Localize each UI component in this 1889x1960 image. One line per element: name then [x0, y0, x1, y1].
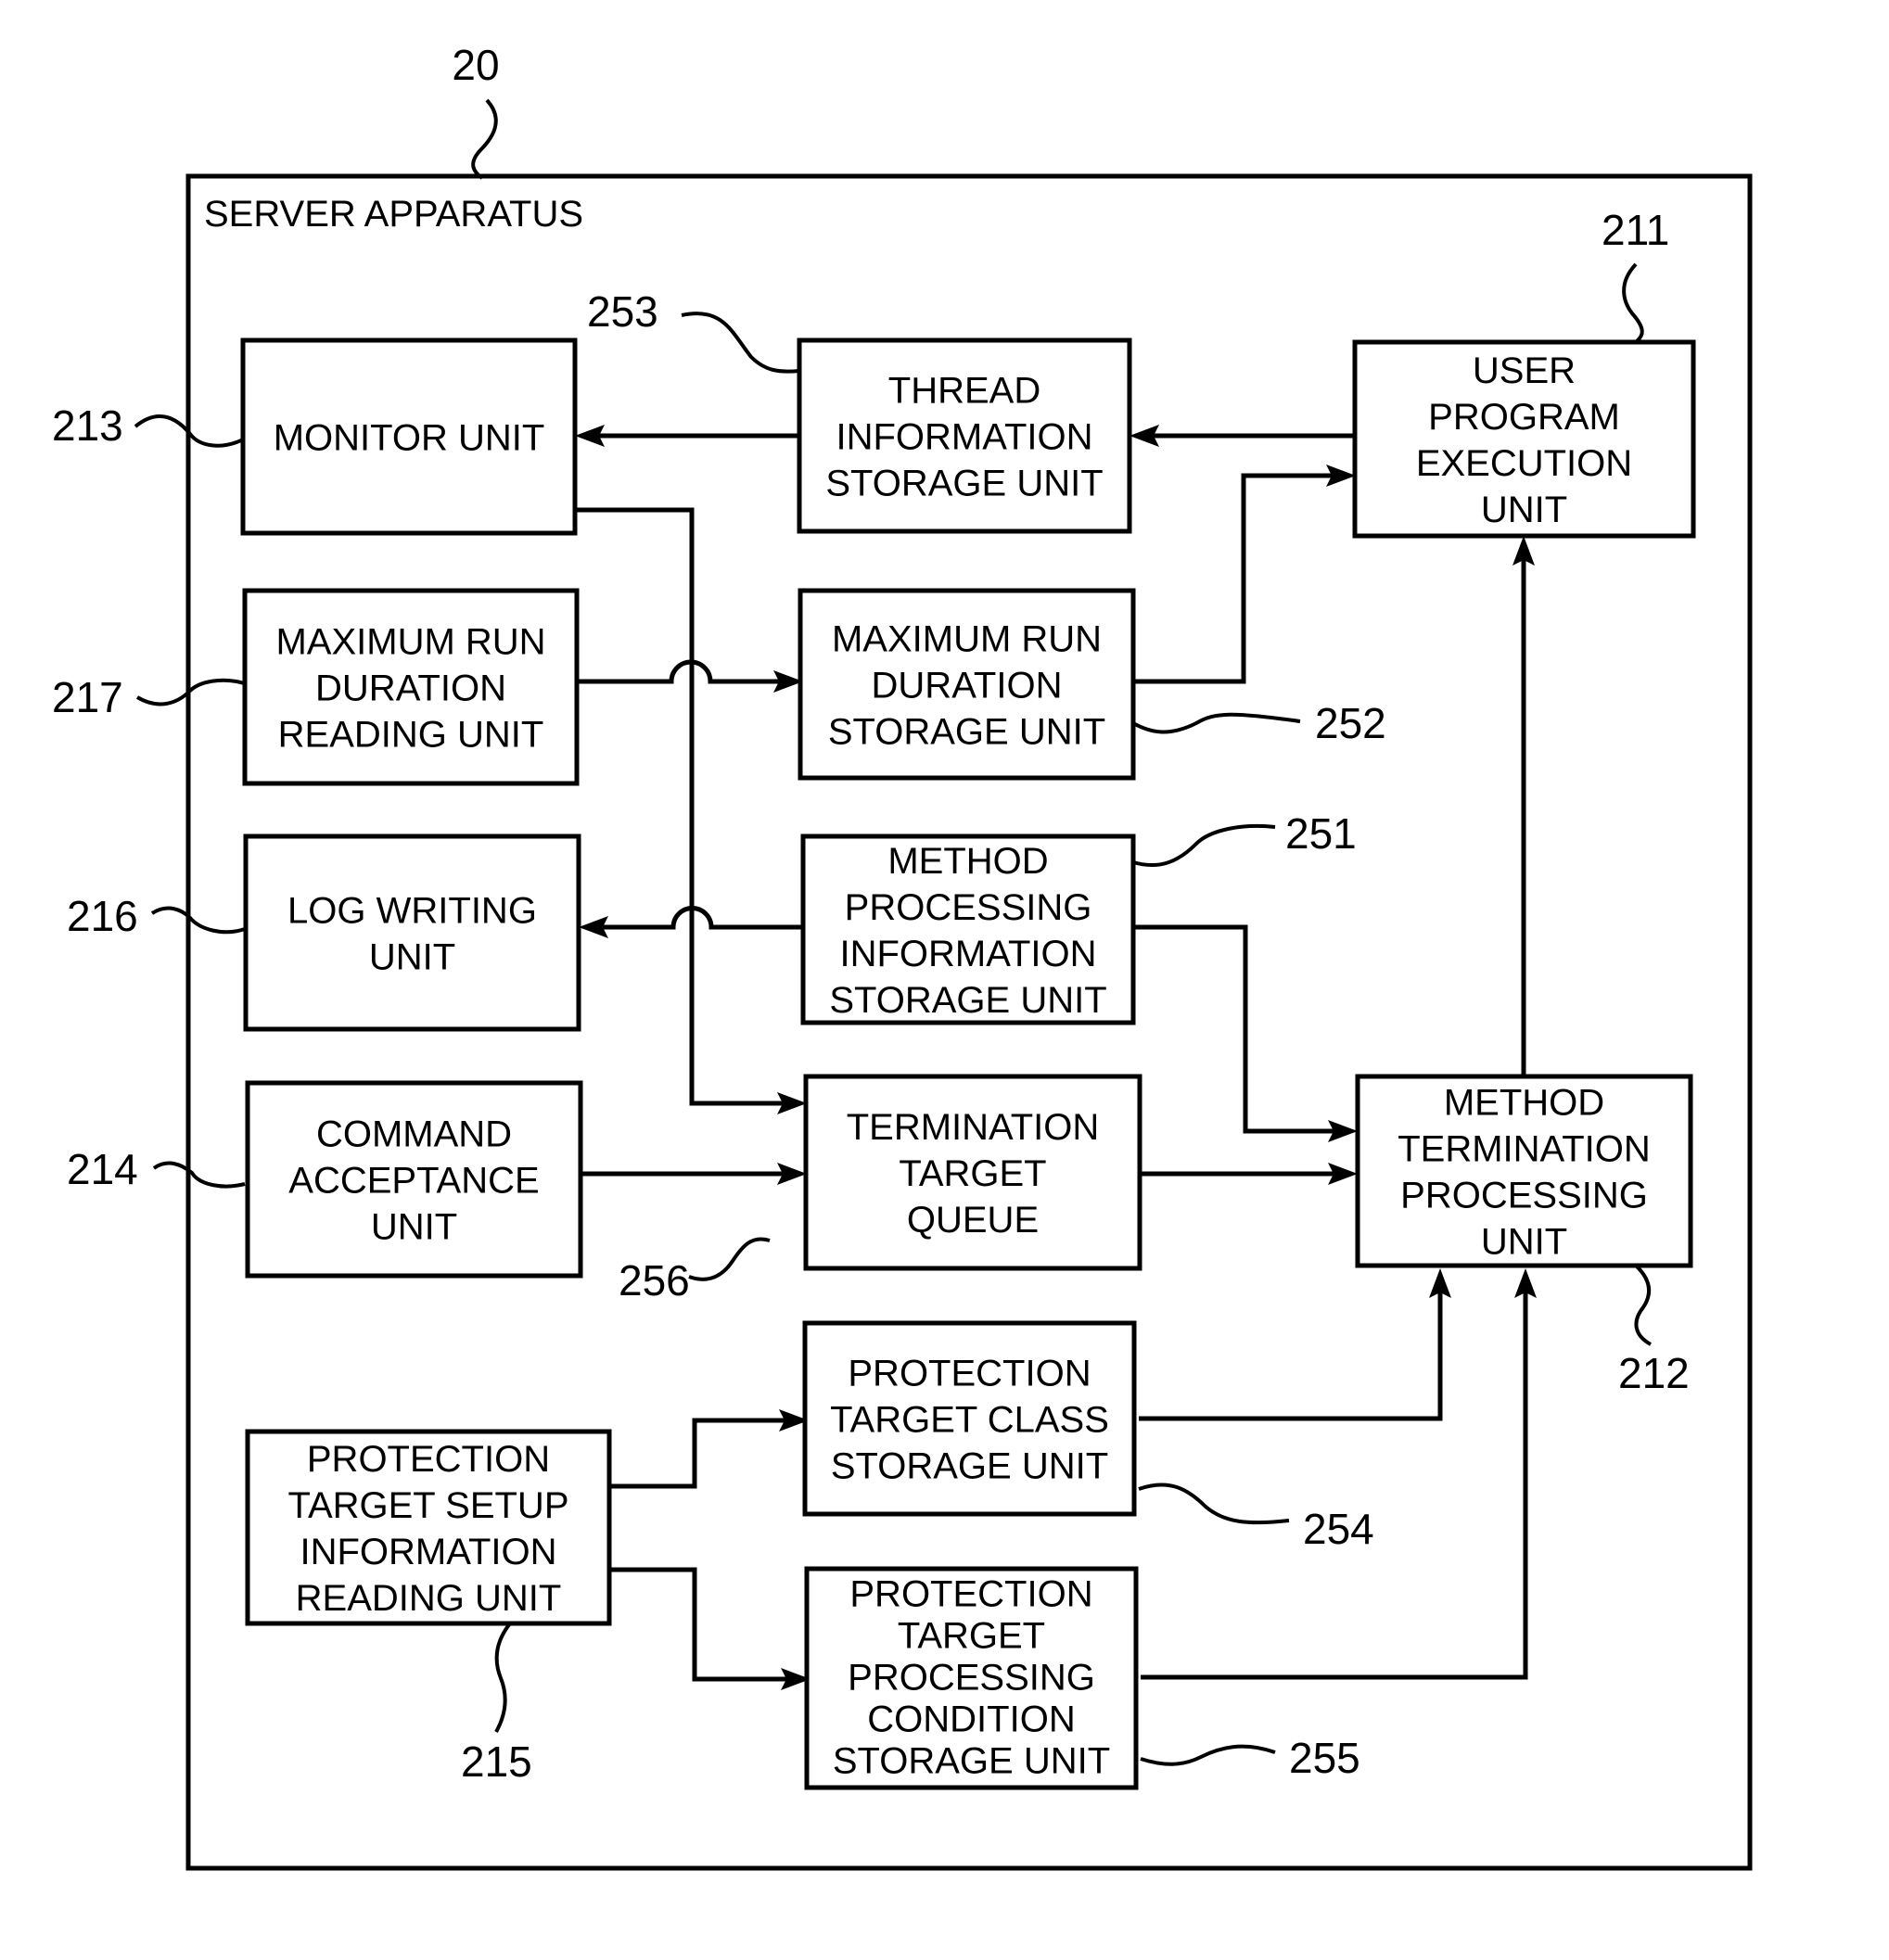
block-label-line: TARGET CLASS: [830, 1399, 1109, 1440]
ref-211: 211: [1602, 206, 1669, 254]
block-label-line: MAXIMUM RUN: [275, 621, 545, 662]
block-label-line: MONITOR UNIT: [274, 417, 545, 458]
ref-214: 214: [67, 1145, 138, 1193]
leader-212: [1634, 1264, 1653, 1346]
block-max-run-storage: MAXIMUM RUN DURATION STORAGE UNIT: [798, 588, 1136, 781]
block-label-line: UNIT: [1481, 490, 1567, 530]
block-label-line: PROCESSING: [848, 1658, 1095, 1699]
block-label-line: USER: [1473, 350, 1576, 391]
block-label-line: INFORMATION: [836, 416, 1092, 457]
conn-class-storage-to-termination: [1139, 1287, 1443, 1421]
ref-253: 253: [587, 287, 658, 336]
ref-254: 254: [1303, 1505, 1374, 1553]
server-apparatus-title: SERVER APPARATUS: [204, 194, 583, 235]
block-label-line: PROCESSING: [845, 887, 1092, 928]
ref-251: 251: [1285, 809, 1357, 858]
block-label-line: UNIT: [369, 936, 455, 977]
leader-214: [152, 1161, 246, 1189]
block-label-line: READING UNIT: [278, 714, 544, 755]
block-label-line: TARGET SETUP: [287, 1485, 568, 1526]
conn-setup-to-class-storage: [609, 1418, 790, 1489]
block-condition-storage: PROTECTIONTARGETPROCESSINGCONDITIONSTORA…: [804, 1566, 1139, 1790]
block-frame: [243, 834, 581, 1032]
block-label-line: TARGET: [898, 1616, 1045, 1657]
leader-211: [1622, 262, 1644, 343]
block-label-line: TARGET: [899, 1153, 1046, 1194]
block-label-line: METHOD: [1444, 1082, 1604, 1123]
block-label-line: PROTECTION: [849, 1574, 1092, 1615]
block-label-line: ACCEPTANCE: [288, 1160, 539, 1201]
block-label-line: DURATION: [872, 665, 1063, 706]
block-label-line: TERMINATION: [1398, 1128, 1651, 1169]
block-label-line: MAXIMUM RUN: [832, 618, 1102, 659]
block-queue: TERMINATION TARGET QUEUE: [803, 1074, 1142, 1271]
leader-216: [150, 906, 246, 935]
ref-255: 255: [1289, 1734, 1360, 1782]
block-label-line: PROTECTION: [307, 1439, 550, 1480]
conn-method-proc-info-to-termination: [1133, 924, 1339, 1134]
leader-252: [1132, 712, 1301, 734]
block-max-run-reading: MAXIMUM RUN DURATION READING UNIT: [242, 588, 580, 786]
conn-monitor-to-queue: [575, 507, 788, 1106]
ref-252: 252: [1315, 699, 1386, 747]
block-log-writing: LOG WRITING UNIT: [243, 834, 581, 1032]
leader-251: [1132, 823, 1276, 868]
block-method-proc-info: METHOD PROCESSING INFORMATION STORAGE UNIT: [800, 834, 1136, 1025]
block-label-line: LOG WRITING: [287, 890, 537, 931]
leader-215: [494, 1622, 512, 1733]
figure-ref-leader: [471, 98, 498, 180]
block-label-line: STORAGE UNIT: [828, 711, 1105, 752]
leader-255: [1140, 1744, 1276, 1766]
block-label-line: STORAGE UNIT: [833, 1741, 1110, 1782]
conn-max-run-reading-to-storage: [577, 659, 786, 684]
conn-condition-storage-to-termination: [1141, 1287, 1528, 1680]
block-label-line: INFORMATION: [839, 934, 1096, 974]
block-label-line: DURATION: [315, 668, 506, 708]
conn-max-run-storage-to-user-program: [1133, 473, 1337, 684]
block-monitor: MONITOR UNIT: [240, 337, 578, 536]
figure-ref-label: 20: [452, 41, 499, 89]
conn-setup-to-condition-storage: [609, 1567, 792, 1682]
blocks: MONITOR UNIT THREAD INFORMATION STORAGE UNI…: [240, 337, 1696, 1790]
block-user-program: USER PROGRAM EXECUTION UNIT: [1352, 339, 1696, 539]
block-label-line: METHOD: [887, 841, 1048, 882]
conn-method-proc-info-to-log-writing: [597, 906, 803, 930]
block-label-line: QUEUE: [907, 1200, 1039, 1241]
ref-215: 215: [461, 1737, 532, 1786]
leader-254: [1138, 1483, 1290, 1525]
block-label-line: CONDITION: [867, 1699, 1075, 1740]
block-label-line: READING UNIT: [296, 1578, 562, 1619]
block-thread-info: THREAD INFORMATION STORAGE UNIT: [797, 337, 1132, 534]
block-command: COMMAND ACCEPTANCE UNIT: [245, 1080, 583, 1279]
ref-217: 217: [52, 673, 123, 721]
leader-256: [688, 1237, 771, 1281]
block-label-line: COMMAND: [316, 1114, 512, 1154]
block-label-line: PROCESSING: [1400, 1175, 1648, 1215]
leader-253: [681, 312, 800, 374]
block-label-line: TERMINATION: [847, 1107, 1100, 1148]
block-label-line: THREAD: [888, 370, 1040, 411]
block-method-termination: METHOD TERMINATION PROCESSING UNIT: [1355, 1074, 1693, 1268]
ref-213: 213: [52, 401, 123, 450]
block-label-line: PROTECTION: [848, 1353, 1091, 1394]
block-label-line: STORAGE UNIT: [829, 980, 1106, 1021]
ref-216: 216: [67, 892, 138, 940]
block-label-line: UNIT: [371, 1206, 457, 1247]
block-label-line: UNIT: [1481, 1221, 1567, 1262]
ref-212: 212: [1618, 1349, 1690, 1397]
block-diagram: 20 SERVER APPARATUS MONITOR UNITTHREADIN…: [52, 41, 1753, 1871]
block-label-line: INFORMATION: [300, 1532, 556, 1572]
block-label-line: PROGRAM: [1428, 397, 1620, 438]
ref-256: 256: [619, 1256, 690, 1305]
block-label-line: STORAGE UNIT: [831, 1445, 1108, 1486]
block-setup-reading: PROTECTION TARGET SETUP INFORMATION READING…: [245, 1429, 612, 1626]
block-class-storage: PROTECTION TARGET CLASS STORAGE UNIT: [802, 1320, 1137, 1517]
block-label-line: STORAGE UNIT: [825, 463, 1103, 503]
block-label-line: EXECUTION: [1416, 443, 1632, 484]
